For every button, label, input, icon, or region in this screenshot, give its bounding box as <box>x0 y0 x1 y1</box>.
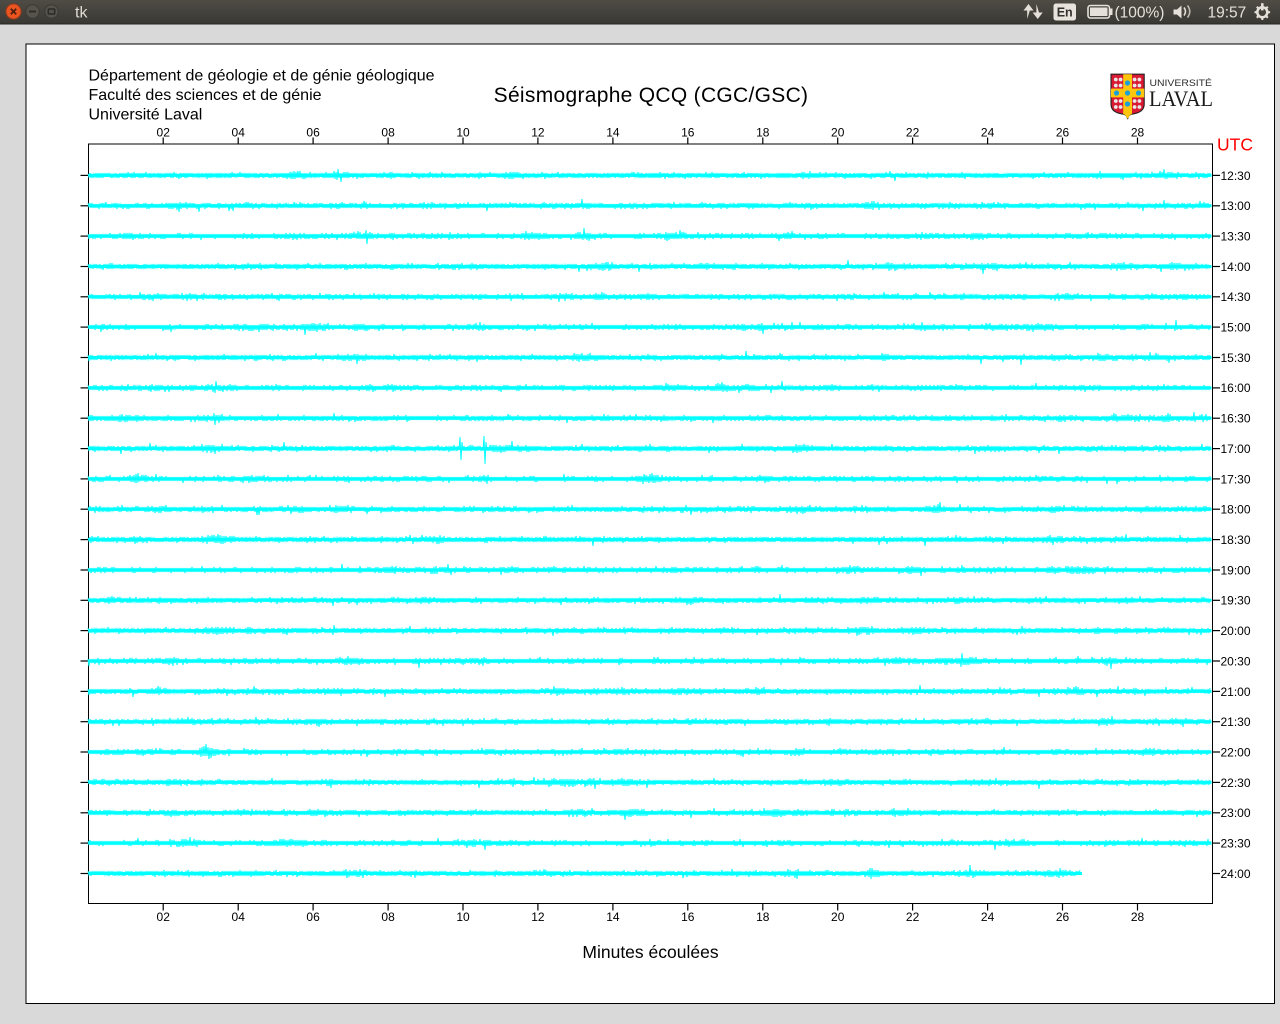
svg-text:Faculté des sciences et de gén: Faculté des sciences et de génie <box>89 87 322 104</box>
svg-text:20: 20 <box>831 910 845 924</box>
svg-text:(100%): (100%) <box>1115 5 1165 22</box>
svg-text:24:00: 24:00 <box>1221 867 1251 881</box>
svg-text:Université Laval: Université Laval <box>89 107 203 124</box>
svg-text:21:30: 21:30 <box>1221 715 1251 729</box>
svg-text:23:00: 23:00 <box>1221 806 1251 820</box>
svg-text:16:00: 16:00 <box>1221 381 1251 395</box>
svg-text:26: 26 <box>1056 910 1070 924</box>
svg-text:14:30: 14:30 <box>1221 290 1251 304</box>
svg-text:23:30: 23:30 <box>1221 837 1251 851</box>
svg-text:14:00: 14:00 <box>1221 260 1251 274</box>
svg-text:UTC: UTC <box>1217 135 1253 155</box>
svg-text:20: 20 <box>831 126 845 140</box>
svg-text:22:00: 22:00 <box>1221 745 1251 759</box>
svg-text:22:30: 22:30 <box>1221 776 1251 790</box>
svg-text:24: 24 <box>981 910 995 924</box>
svg-text:19:30: 19:30 <box>1221 594 1251 608</box>
svg-text:14: 14 <box>606 126 620 140</box>
svg-text:22: 22 <box>906 910 920 924</box>
svg-text:15:00: 15:00 <box>1221 321 1251 335</box>
svg-text:17:30: 17:30 <box>1221 472 1251 486</box>
svg-text:28: 28 <box>1131 126 1145 140</box>
svg-text:16:30: 16:30 <box>1221 412 1251 426</box>
svg-text:19:57: 19:57 <box>1208 5 1247 22</box>
svg-text:06: 06 <box>306 910 320 924</box>
svg-text:02: 02 <box>157 910 171 924</box>
svg-text:06: 06 <box>306 126 320 140</box>
svg-text:Séismographe QCQ (CGC/GSC): Séismographe QCQ (CGC/GSC) <box>494 84 809 107</box>
svg-text:04: 04 <box>232 126 246 140</box>
svg-text:Département de géologie et de: Département de géologie et de génie géol… <box>89 68 435 85</box>
svg-text:04: 04 <box>232 910 246 924</box>
svg-text:08: 08 <box>381 126 395 140</box>
svg-text:18: 18 <box>756 126 770 140</box>
svg-text:13:00: 13:00 <box>1221 199 1251 213</box>
svg-text:17:00: 17:00 <box>1221 442 1251 456</box>
svg-text:Minutes écoulées: Minutes écoulées <box>582 942 718 962</box>
svg-text:En: En <box>1057 6 1073 20</box>
svg-text:19:00: 19:00 <box>1221 563 1251 577</box>
svg-text:22: 22 <box>906 126 920 140</box>
svg-text:08: 08 <box>381 910 395 924</box>
svg-text:tk: tk <box>75 5 88 22</box>
svg-text:26: 26 <box>1056 126 1070 140</box>
svg-text:13:30: 13:30 <box>1221 230 1251 244</box>
svg-text:20:30: 20:30 <box>1221 654 1251 668</box>
svg-text:20:00: 20:00 <box>1221 624 1251 638</box>
svg-text:14: 14 <box>606 910 620 924</box>
svg-text:18: 18 <box>756 910 770 924</box>
svg-text:28: 28 <box>1131 910 1145 924</box>
svg-text:16: 16 <box>681 910 695 924</box>
svg-text:02: 02 <box>157 126 171 140</box>
svg-text:10: 10 <box>456 910 470 924</box>
svg-text:24: 24 <box>981 126 995 140</box>
svg-text:10: 10 <box>456 126 470 140</box>
svg-text:18:00: 18:00 <box>1221 503 1251 517</box>
svg-text:18:30: 18:30 <box>1221 533 1251 547</box>
svg-text:21:00: 21:00 <box>1221 685 1251 699</box>
svg-text:12:30: 12:30 <box>1221 169 1251 183</box>
svg-text:15:30: 15:30 <box>1221 351 1251 365</box>
svg-text:16: 16 <box>681 126 695 140</box>
svg-text:12: 12 <box>531 126 545 140</box>
svg-text:LAVAL: LAVAL <box>1149 86 1213 111</box>
svg-text:12: 12 <box>531 910 545 924</box>
